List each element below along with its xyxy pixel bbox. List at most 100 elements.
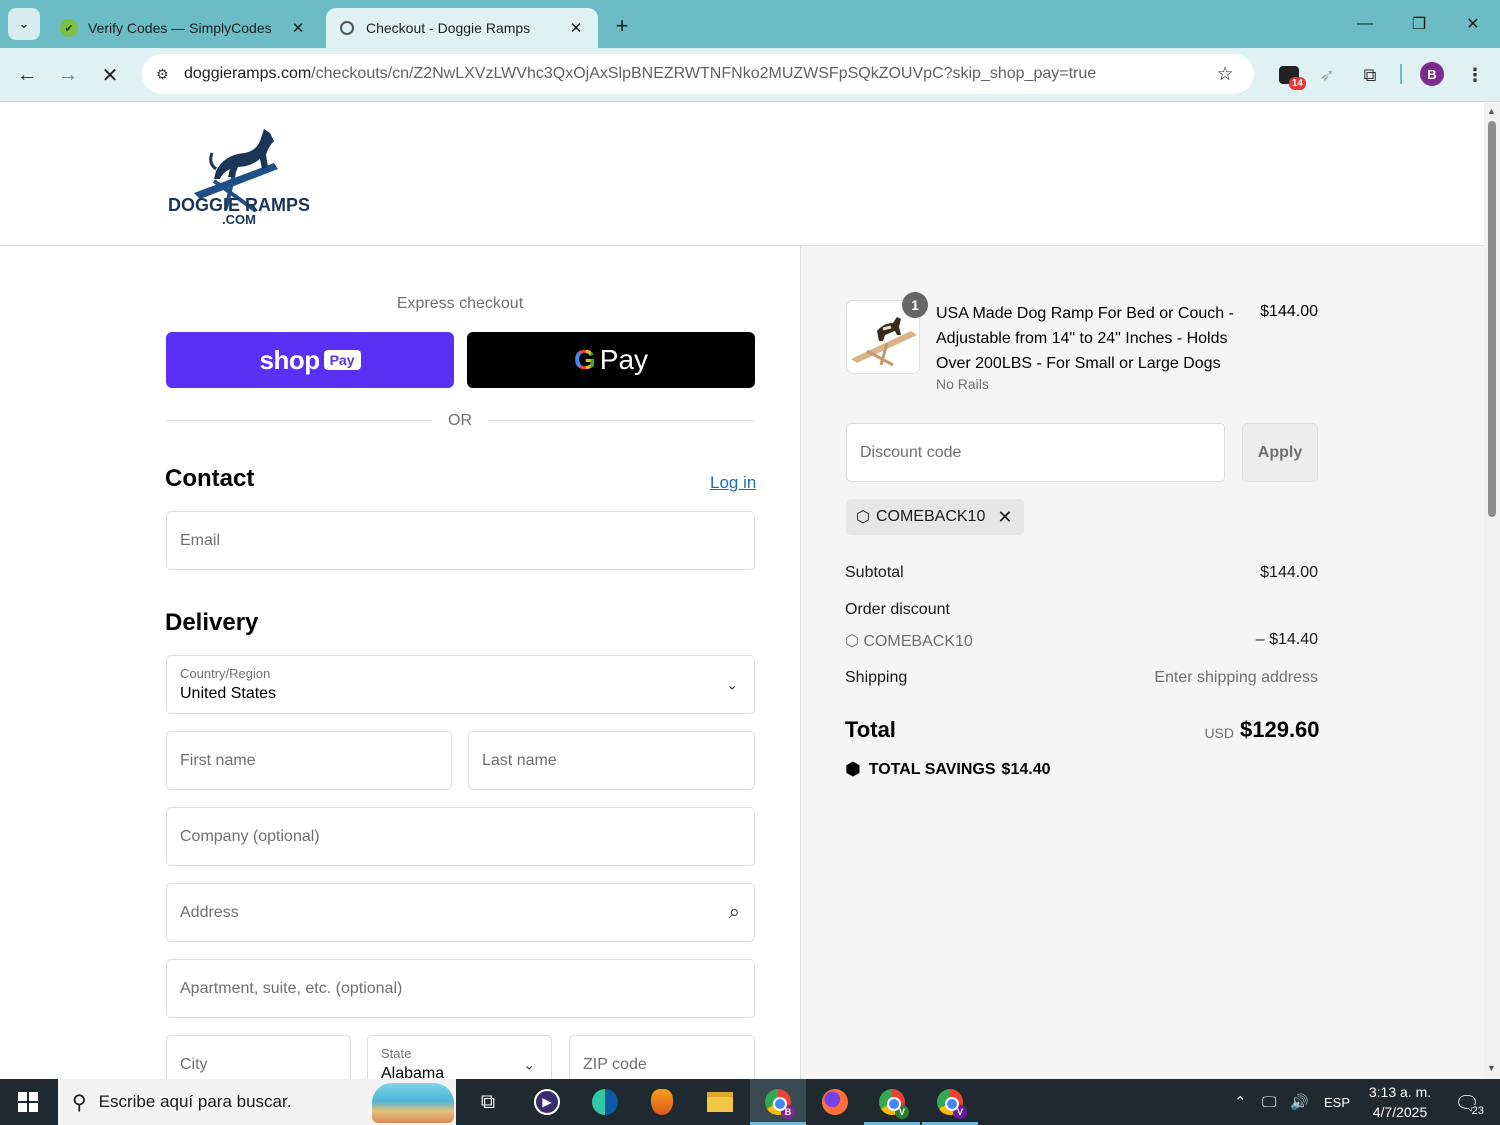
scroll-up-icon[interactable]: ▲ [1487,106,1496,116]
close-window-button[interactable]: ✕ [1450,8,1496,40]
city-field[interactable]: City [166,1035,351,1079]
svg-text:.COM: .COM [222,212,256,227]
tab-title: Checkout - Doggie Ramps [366,20,531,36]
tab-simplycodes[interactable]: ✔ Verify Codes — SimplyCodes ✕ [48,8,320,48]
clock-date: 4/7/2025 [1372,1104,1428,1120]
chevron-down-icon: ⌄ [18,16,30,31]
stop-loading-button[interactable]: ✕ [95,60,125,90]
site-info-icon[interactable]: ⚙ [156,66,184,83]
divider-right [488,420,755,421]
minimize-button[interactable]: — [1342,8,1388,40]
new-tab-button[interactable]: + [608,12,636,40]
chevron-down-icon: ⌄ [726,676,738,692]
close-tab-icon[interactable]: ✕ [288,19,308,37]
email-placeholder: Email [180,531,221,549]
divider-left [166,420,432,421]
search-icon: ⚲ [72,1091,87,1114]
file-explorer-icon[interactable] [704,1086,736,1118]
apartment-placeholder: Apartment, suite, etc. (optional) [180,979,403,997]
close-tab-icon[interactable]: ✕ [566,19,586,37]
clock-time: 3:13 a. m. [1368,1084,1432,1100]
page-scrollbar[interactable]: ▲ ▼ [1484,103,1500,1079]
address-field[interactable]: Address ⌕ [166,883,755,942]
task-view-icon[interactable]: ⧉ [472,1086,504,1118]
edge-browser-icon[interactable] [589,1086,621,1118]
windows-taskbar: ⚲ Escribe aquí para buscar. ⧉ ▶ B V V ⌃ … [0,1079,1500,1125]
last-name-field[interactable]: Last name [468,731,755,790]
country-select[interactable]: Country/Region United States ⌄ [166,655,755,714]
subtotal-label: Subtotal [845,564,904,581]
shop-pay-button[interactable]: shop Pay [166,332,454,388]
google-pay-button[interactable]: G Pay [467,332,755,388]
firefox-icon[interactable] [819,1086,851,1118]
first-name-field[interactable]: First name [166,731,452,790]
extensions-puzzle-icon[interactable]: ⧉ [1355,60,1385,90]
shipping-value: Enter shipping address [1154,669,1318,686]
fl-studio-icon[interactable] [646,1086,678,1118]
country-value: United States [180,685,277,702]
discount-code-input[interactable]: Discount code [846,423,1225,482]
extension-simplycodes-icon[interactable]: 14 [1274,60,1306,90]
address-bar[interactable]: ⚙ doggieramps.com/checkouts/cn/Z2NwLXVzL… [142,54,1254,94]
city-placeholder: City [180,1055,208,1073]
browser-tab-bar: ⌄ ✔ Verify Codes — SimplyCodes ✕ Checkou… [0,0,1500,48]
media-player-icon[interactable]: ▶ [531,1086,563,1118]
zip-field[interactable]: ZIP code [569,1035,755,1079]
show-hidden-icons[interactable]: ⌃ [1234,1079,1247,1125]
extension-disabled-icon[interactable]: ➶ [1312,60,1342,90]
google-g-icon: G [573,344,596,375]
volume-icon[interactable]: 🔊 [1290,1079,1309,1125]
shipping-label: Shipping [845,669,908,686]
network-icon[interactable]: 🖵 [1262,1079,1276,1125]
back-button[interactable]: ← [12,60,42,90]
shop-pay-chip: Pay [323,350,361,370]
loading-favicon-icon [340,21,354,35]
state-select[interactable]: State Alabama ⌄ [367,1035,552,1079]
quantity-badge: 1 [902,292,928,318]
start-button[interactable] [0,1079,56,1125]
apartment-field[interactable]: Apartment, suite, etc. (optional) [166,959,755,1018]
bookmark-star-icon[interactable]: ☆ [1210,63,1240,86]
product-variant: No Rails [936,376,989,392]
notification-center-icon[interactable]: 🗨 23 [1450,1087,1484,1119]
apply-discount-button[interactable]: Apply [1242,423,1318,482]
express-checkout-label: Express checkout [396,295,524,312]
company-placeholder: Company (optional) [180,827,320,845]
email-field[interactable]: Email [166,511,755,570]
chrome-profile-v2-icon[interactable]: V [934,1086,967,1119]
chrome-profile-v-icon[interactable]: V [876,1086,909,1119]
search-highlight-image[interactable] [372,1083,454,1123]
or-divider-text: OR [448,412,472,429]
total-label: Total [845,717,896,742]
tag-icon: ⬡ [856,509,870,526]
contact-heading: Contact [165,465,255,492]
site-header: DOGGIE RAMPS .COM [0,103,1484,246]
chrome-profile-b-icon[interactable]: B [762,1086,795,1119]
checkout-page: DOGGIE RAMPS .COM Express checkout shop … [0,103,1484,1079]
forward-button[interactable]: → [53,60,83,90]
remove-discount-icon[interactable]: ✕ [997,507,1012,528]
product-price: $144.00 [1260,303,1318,320]
scroll-thumb[interactable] [1488,121,1496,517]
url-text[interactable]: doggieramps.com/checkouts/cn/Z2NwLXVzLWV… [184,65,1210,83]
browser-menu-icon[interactable]: ⋮ [1460,60,1490,90]
last-name-placeholder: Last name [482,751,557,769]
company-field[interactable]: Company (optional) [166,807,755,866]
total-value: $129.60 [1240,717,1320,742]
log-in-link[interactable]: Log in [710,473,756,493]
doggie-ramps-logo[interactable]: DOGGIE RAMPS .COM [164,123,314,227]
profile-avatar[interactable]: B [1420,62,1444,86]
language-indicator[interactable]: ESP [1324,1079,1350,1125]
simplycodes-favicon-icon: ✔ [60,19,78,37]
search-icon[interactable]: ⌕ [729,901,740,924]
delivery-heading: Delivery [165,609,259,636]
tab-title: Verify Codes — SimplyCodes [88,20,272,36]
system-clock[interactable]: 3:13 a. m. 4/7/2025 [1360,1082,1440,1122]
tab-search-button[interactable]: ⌄ [8,8,40,40]
savings-value: $14.40 [1001,760,1051,778]
restore-button[interactable]: ❐ [1396,8,1442,40]
tag-icon: ⬡ [845,633,859,650]
scroll-down-icon[interactable]: ▼ [1487,1063,1496,1073]
tab-checkout[interactable]: Checkout - Doggie Ramps ✕ [326,8,598,48]
total-currency: USD [1204,725,1234,741]
